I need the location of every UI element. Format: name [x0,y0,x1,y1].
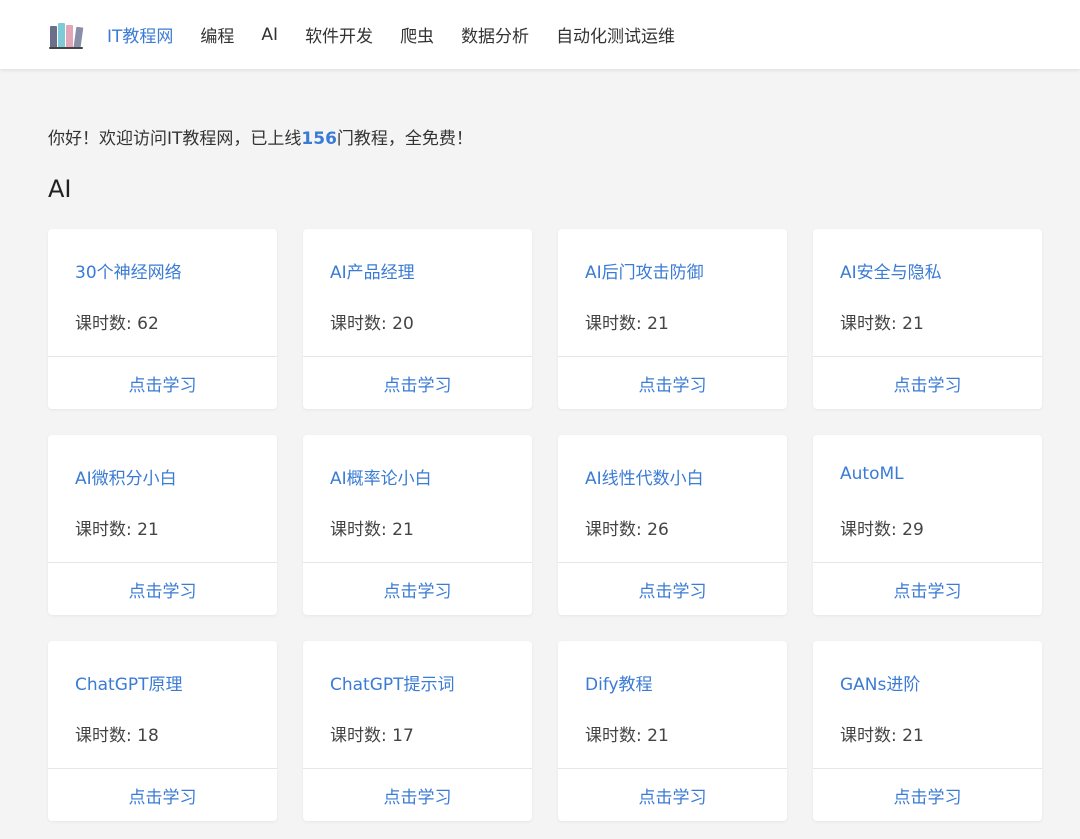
learn-button[interactable]: 点击学习 [303,769,532,821]
learn-button[interactable]: 点击学习 [813,769,1042,821]
learn-button[interactable]: 点击学习 [303,563,532,615]
section-title: AI [48,175,72,203]
course-title[interactable]: AI后门攻击防御 [585,258,704,283]
nav-item-software-dev[interactable]: 软件开发 [305,22,373,47]
course-title[interactable]: AI微积分小白 [75,464,177,489]
lesson-count: 课时数: 21 [585,726,669,746]
course-card: AI产品经理 课时数: 20 点击学习 [303,229,532,409]
nav-item-home[interactable]: IT教程网 [107,22,173,47]
lesson-count: 课时数: 29 [840,520,924,540]
course-card: AI安全与隐私 课时数: 21 点击学习 [813,229,1042,409]
lesson-count: 课时数: 18 [75,726,159,746]
course-title[interactable]: AI产品经理 [330,258,415,283]
learn-button[interactable]: 点击学习 [813,357,1042,409]
course-title[interactable]: 30个神经网络 [75,258,182,283]
nav-item-data-analysis[interactable]: 数据分析 [461,22,529,47]
learn-button[interactable]: 点击学习 [48,563,277,615]
top-nav: IT教程网 编程 AI 软件开发 爬虫 数据分析 自动化测试运维 [0,0,1080,69]
lesson-count: 课时数: 17 [330,726,414,746]
lesson-count: 课时数: 21 [840,726,924,746]
course-title[interactable]: AI安全与隐私 [840,258,942,283]
books-icon[interactable] [48,20,84,50]
learn-button[interactable]: 点击学习 [303,357,532,409]
welcome-suffix: 门教程，全免费！ [336,129,473,149]
learn-button[interactable]: 点击学习 [48,769,277,821]
nav-item-crawler[interactable]: 爬虫 [400,22,434,47]
course-title[interactable]: AI概率论小白 [330,464,432,489]
lesson-count: 课时数: 62 [75,314,159,334]
learn-button[interactable]: 点击学习 [558,769,787,821]
course-title[interactable]: ChatGPT原理 [75,670,183,695]
course-card: 30个神经网络 课时数: 62 点击学习 [48,229,277,409]
learn-button[interactable]: 点击学习 [48,357,277,409]
learn-button[interactable]: 点击学习 [813,563,1042,615]
learn-button[interactable]: 点击学习 [558,563,787,615]
nav-item-automation[interactable]: 自动化测试运维 [556,22,675,47]
course-card: AI后门攻击防御 课时数: 21 点击学习 [558,229,787,409]
course-title[interactable]: AI线性代数小白 [585,464,704,489]
course-card: AI线性代数小白 课时数: 26 点击学习 [558,435,787,615]
course-title[interactable]: ChatGPT提示词 [330,670,455,695]
welcome-message: 你好！欢迎访问IT教程网，已上线156门教程，全免费！ [48,124,473,149]
lesson-count: 课时数: 21 [585,314,669,334]
course-title[interactable]: GANs进阶 [840,670,920,695]
course-count: 156 [301,129,337,149]
course-card: AI概率论小白 课时数: 21 点击学习 [303,435,532,615]
lesson-count: 课时数: 21 [840,314,924,334]
lesson-count: 课时数: 21 [75,520,159,540]
lesson-count: 课时数: 26 [585,520,669,540]
course-card: ChatGPT提示词 课时数: 17 点击学习 [303,641,532,821]
course-card: AutoML 课时数: 29 点击学习 [813,435,1042,615]
nav-item-ai[interactable]: AI [261,25,278,45]
course-title[interactable]: AutoML [840,464,904,484]
learn-button[interactable]: 点击学习 [558,357,787,409]
course-card: GANs进阶 课时数: 21 点击学习 [813,641,1042,821]
course-grid: 30个神经网络 课时数: 62 点击学习 AI产品经理 课时数: 20 点击学习… [48,229,1042,821]
welcome-prefix: 你好！欢迎访问IT教程网，已上线 [48,129,302,149]
course-card: AI微积分小白 课时数: 21 点击学习 [48,435,277,615]
course-card: Dify教程 课时数: 21 点击学习 [558,641,787,821]
course-card: ChatGPT原理 课时数: 18 点击学习 [48,641,277,821]
course-title[interactable]: Dify教程 [585,670,653,695]
lesson-count: 课时数: 20 [330,314,414,334]
lesson-count: 课时数: 21 [330,520,414,540]
nav-item-programming[interactable]: 编程 [200,22,234,47]
nav-menu: IT教程网 编程 AI 软件开发 爬虫 数据分析 自动化测试运维 [107,22,702,48]
